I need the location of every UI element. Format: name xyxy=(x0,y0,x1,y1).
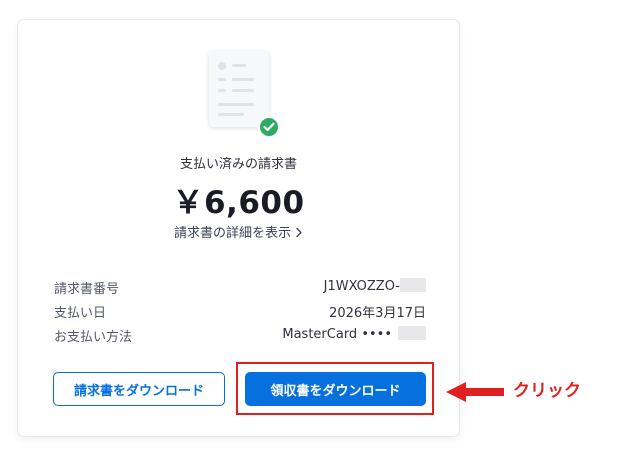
view-invoice-details-link[interactable]: 請求書の詳細を表示 xyxy=(18,222,459,242)
payment-method-value: MasterCard •••• xyxy=(282,327,392,342)
row-label: お支払い方法 xyxy=(54,330,133,345)
check-circle-icon xyxy=(258,116,280,138)
chevron-right-icon xyxy=(295,227,303,242)
payment-date-value: 2026年3月17日 xyxy=(329,306,426,321)
row-value: J1WXOZZO- xyxy=(324,278,426,294)
details-link-label: 請求書の詳細を表示 xyxy=(173,226,291,241)
download-invoice-button[interactable]: 請求書をダウンロード xyxy=(53,372,225,406)
invoice-document-icon xyxy=(209,51,269,127)
highlight-box xyxy=(236,362,434,415)
arrow-left-icon xyxy=(446,382,504,402)
status-title: 支払い済みの請求書 xyxy=(179,157,297,172)
row-label: 支払い日 xyxy=(54,306,107,321)
redacted-block xyxy=(398,326,426,340)
invoice-number-value: J1WXOZZO- xyxy=(323,279,400,294)
payment-date-row: 支払い日 2026年3月17日 xyxy=(54,302,426,322)
row-label: 請求書番号 xyxy=(54,282,120,297)
invoice-amount: ￥6,600 xyxy=(172,185,305,221)
click-annotation-label: クリック xyxy=(513,381,581,401)
invoice-number-row: 請求書番号 J1WXOZZO- xyxy=(54,278,426,298)
payment-method-row: お支払い方法 MasterCard •••• xyxy=(54,326,426,346)
redacted-block xyxy=(400,278,426,292)
row-value: MasterCard •••• xyxy=(282,326,426,342)
